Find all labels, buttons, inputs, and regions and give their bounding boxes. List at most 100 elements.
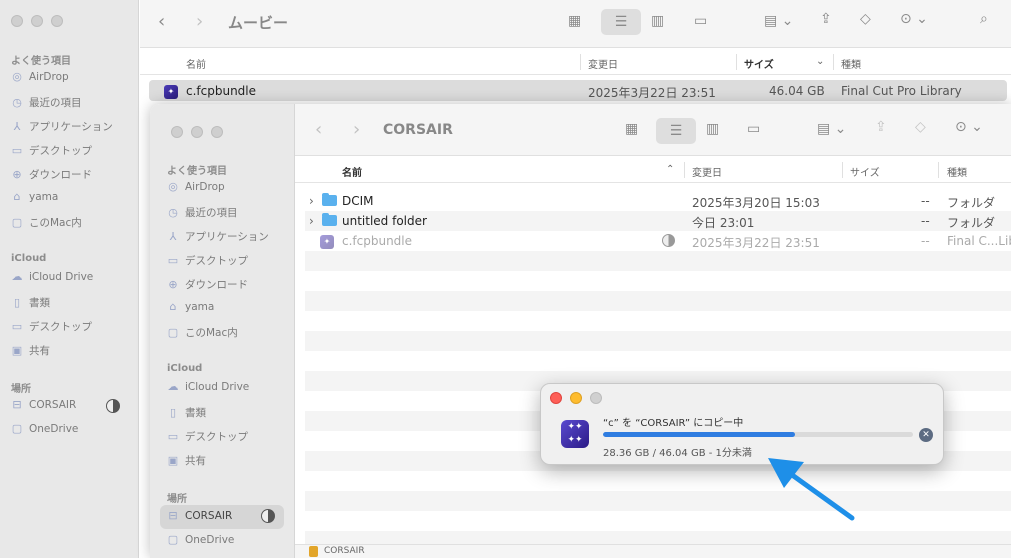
sort-chevron-icon[interactable]: ⌃	[666, 164, 674, 175]
eject-progress-icon[interactable]	[106, 399, 120, 413]
share-icon[interactable]: ⇪	[820, 11, 832, 27]
close-button[interactable]	[11, 15, 23, 27]
column-size[interactable]: サイズ	[744, 56, 774, 71]
table-row[interactable]: › DCIM 2025年3月20日 15:03 -- フォルダ	[305, 191, 1011, 211]
table-row[interactable]: ✦ c.fcpbundle 2025年3月22日 23:51 46.04 GB …	[149, 80, 1007, 101]
copy-progress-fill	[603, 432, 796, 437]
zoom-button[interactable]	[211, 126, 223, 138]
sidebar-item-icloud-drive[interactable]: ☁ iCloud Drive	[11, 270, 94, 284]
table-row[interactable]: ✦ c.fcpbundle 2025年3月22日 23:51 -- Final …	[305, 231, 1011, 251]
cancel-copy-button[interactable]: ✕	[919, 428, 933, 442]
back-chevron-icon[interactable]: ‹	[315, 119, 322, 140]
column-modified[interactable]: 変更日	[588, 56, 618, 71]
front-window-controls	[171, 126, 223, 138]
column-size[interactable]: サイズ	[850, 164, 880, 179]
minimize-button[interactable]	[570, 392, 582, 404]
copy-title: “c” を “CORSAIR” にコピー中	[603, 418, 744, 429]
sidebar-item-icloud-desktop[interactable]: ▭ デスクトップ	[167, 429, 248, 444]
close-button[interactable]	[171, 126, 183, 138]
sidebar-item-applications[interactable]: ⅄ アプリケーション	[11, 119, 113, 134]
table-row[interactable]: › untitled folder 今日 23:01 -- フォルダ	[305, 211, 1011, 231]
file-modified: 2025年3月20日 15:03	[692, 196, 820, 210]
minimize-button[interactable]	[31, 15, 43, 27]
sidebar-item-documents[interactable]: ▯ 書類	[11, 295, 50, 310]
sidebar-item-downloads[interactable]: ⊕ ダウンロード	[11, 167, 92, 182]
more-actions-icon[interactable]: ⊙ ⌄	[955, 119, 983, 135]
sort-chevron-icon[interactable]: ⌄	[816, 56, 824, 67]
disclosure-chevron-icon[interactable]: ›	[309, 214, 314, 228]
download-icon: ⊕	[12, 167, 22, 181]
shared-folder-icon: ▣	[11, 343, 23, 357]
list-view-icon[interactable]: ☰	[601, 9, 641, 35]
sidebar-item-icloud-desktop[interactable]: ▭ デスクトップ	[11, 319, 92, 334]
sidebar-item-shared[interactable]: ▣ 共有	[167, 453, 206, 468]
column-kind[interactable]: 種類	[947, 164, 967, 179]
list-view-icon[interactable]: ☰	[656, 118, 696, 144]
column-kind[interactable]: 種類	[841, 56, 861, 71]
sidebar-item-home[interactable]: ⌂ yama	[167, 301, 215, 314]
sidebar-item-corsair[interactable]: ⊟ CORSAIR	[167, 509, 232, 523]
sidebar-item-desktop[interactable]: ▭ デスクトップ	[167, 253, 248, 268]
share-icon[interactable]: ⇪	[875, 119, 887, 135]
sidebar-item-corsair[interactable]: ⊟ CORSAIR	[11, 398, 76, 412]
clock-icon: ◷	[168, 205, 178, 219]
zoom-button[interactable]	[51, 15, 63, 27]
column-modified[interactable]: 変更日	[692, 164, 722, 179]
sidebar-item-documents[interactable]: ▯ 書類	[167, 405, 206, 420]
column-name[interactable]: 名前	[342, 164, 362, 179]
sidebar-item-icloud-drive[interactable]: ☁ iCloud Drive	[167, 381, 250, 394]
folder-icon: ▢	[167, 325, 179, 339]
close-button[interactable]	[550, 392, 562, 404]
group-icon[interactable]: ▤ ⌄	[817, 121, 846, 137]
sidebar-item-airdrop[interactable]: ◎ AirDrop	[167, 181, 225, 194]
column-view-icon[interactable]: ▥	[706, 121, 719, 137]
forward-chevron-icon[interactable]: ›	[353, 119, 360, 140]
search-icon[interactable]: ⌕	[980, 11, 988, 27]
sidebar-item-applications[interactable]: ⅄ アプリケーション	[167, 229, 269, 244]
eject-progress-icon[interactable]	[261, 509, 275, 523]
sidebar-item-onedrive[interactable]: ▢ OneDrive	[167, 534, 235, 547]
drive-icon: ⊟	[12, 398, 22, 411]
sidebar-item-this-mac[interactable]: ▢ このMac内	[11, 215, 82, 230]
gallery-view-icon[interactable]: ▭	[694, 13, 707, 29]
forward-chevron-icon[interactable]: ›	[196, 11, 203, 32]
sidebar-item-desktop[interactable]: ▭ デスクトップ	[11, 143, 92, 158]
back-chevron-icon[interactable]: ‹	[158, 11, 165, 32]
row-stripe	[305, 331, 1011, 351]
drive-icon: ⊟	[168, 509, 178, 522]
row-stripe	[305, 491, 1011, 511]
folder-icon	[322, 193, 337, 206]
sidebar-item-shared[interactable]: ▣ 共有	[11, 343, 50, 358]
column-name[interactable]: 名前	[186, 56, 206, 71]
minimize-button[interactable]	[191, 126, 203, 138]
icon-view-icon[interactable]: ▦	[568, 13, 581, 29]
file-name: c.fcpbundle	[186, 84, 257, 98]
sidebar-item-downloads[interactable]: ⊕ ダウンロード	[167, 277, 248, 292]
tag-icon[interactable]: ◇	[915, 119, 926, 135]
sidebar-item-airdrop[interactable]: ◎ AirDrop	[11, 71, 69, 84]
cloud-icon: ☁	[11, 270, 23, 283]
desktop-icon: ▭	[11, 319, 23, 333]
file-modified: 2025年3月22日 23:51	[588, 86, 716, 100]
disclosure-chevron-icon[interactable]: ›	[309, 194, 314, 208]
column-view-icon[interactable]: ▥	[651, 13, 664, 29]
annotation-arrow	[768, 458, 855, 521]
download-icon: ⊕	[168, 277, 178, 291]
path-item[interactable]: CORSAIR	[324, 546, 365, 556]
icon-view-icon[interactable]: ▦	[625, 121, 638, 137]
gallery-view-icon[interactable]: ▭	[747, 121, 760, 137]
more-actions-icon[interactable]: ⊙ ⌄	[900, 11, 928, 27]
zoom-button[interactable]	[590, 392, 602, 404]
path-bar: CORSAIR	[295, 544, 1011, 558]
group-icon[interactable]: ▤ ⌄	[764, 13, 793, 29]
tag-icon[interactable]: ◇	[860, 11, 871, 27]
sidebar-item-onedrive[interactable]: ▢ OneDrive	[11, 423, 79, 436]
sidebar-item-recents[interactable]: ◷ 最近の項目	[11, 95, 81, 110]
bundle-icon: ✦	[164, 83, 178, 99]
bundle-icon: ✦	[320, 233, 334, 249]
sidebar-item-recents[interactable]: ◷ 最近の項目	[167, 205, 237, 220]
sidebar-item-home[interactable]: ⌂ yama	[11, 191, 59, 204]
file-kind: Final Cut Pro Library	[841, 84, 962, 98]
sidebar-item-this-mac[interactable]: ▢ このMac内	[167, 325, 238, 340]
back-toolbar: ‹ › ムービー ▦ ☰ ▥ ▭ ▤ ⌄ ⇪ ◇ ⊙ ⌄ ⌕	[140, 0, 1011, 48]
